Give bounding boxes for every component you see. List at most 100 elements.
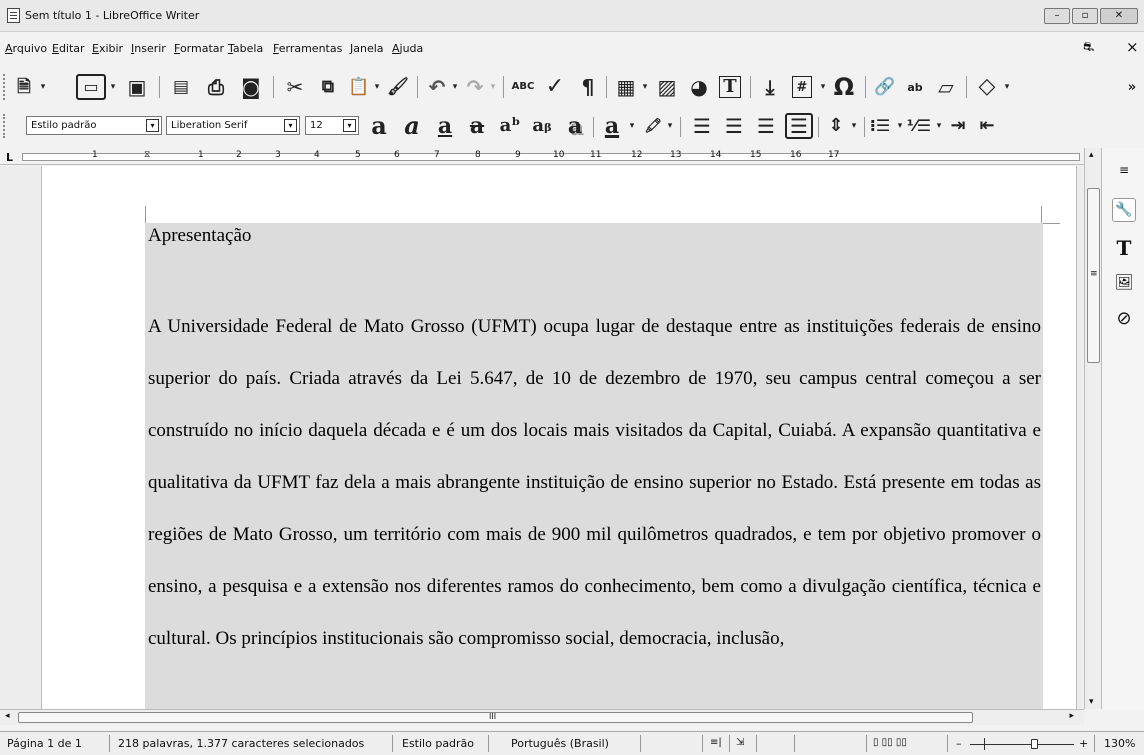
zoom-slider-handle[interactable] [1031,739,1038,749]
font-name-combo[interactable]: Liberation Serif ▾ [166,116,300,135]
print-icon[interactable]: ⎙ [203,74,229,100]
shadow-icon[interactable]: a [563,114,587,138]
basic-shapes-icon[interactable]: ◇ [974,74,1000,100]
properties-icon[interactable]: 🔧 [1112,198,1136,222]
page-style[interactable]: Estilo padrão [402,737,474,750]
horizontal-scroll-thumb[interactable]: III [18,712,973,723]
align-left-icon[interactable]: ☰ [690,114,714,138]
styles-icon[interactable]: T [1112,236,1136,260]
menu-tabela[interactable]: Tabela [228,42,263,55]
zoom-slider[interactable] [970,744,1074,745]
document-icon[interactable]: ⛐ [1083,40,1094,57]
document-body[interactable]: Apresentação A Universidade Federal de M… [148,226,1041,665]
bullets-icon[interactable]: ⁝☰ [868,114,892,138]
comment-icon[interactable]: ▱ [933,74,959,100]
menu-arquivo[interactable]: Arquivo [5,42,47,55]
insert-image-icon[interactable]: ▨ [654,74,680,100]
horizontal-ruler[interactable]: L 1 ⧖ 1 2 3 4 5 6 7 8 9 10 11 12 13 14 1… [0,148,1084,165]
menu-ajuda[interactable]: Ajuda [392,42,423,55]
menu-janela[interactable]: Janela [350,42,384,55]
close-document-icon[interactable]: × [1126,38,1139,56]
document-area[interactable]: Apresentação A Universidade Federal de M… [0,166,1083,709]
redo-dropdown-icon[interactable]: ▾ [488,74,498,100]
font-color-icon[interactable]: a [600,114,624,138]
document-heading[interactable]: Apresentação [148,226,1041,246]
insert-mode-icon[interactable]: ≡| [710,737,722,748]
clone-formatting-icon[interactable]: 🖌 [385,74,411,100]
spelling-icon[interactable]: ABC [510,74,536,100]
paste-dropdown-icon[interactable]: ▾ [372,74,382,100]
undo-icon[interactable]: ↶ [424,74,450,100]
highlight-icon[interactable]: 🖍 [641,114,665,138]
menu-exibir[interactable]: Exibir [92,42,123,55]
close-window-button[interactable]: ✕ [1100,8,1138,24]
insert-table-icon[interactable]: ▦ [613,74,639,100]
insert-textbox-icon[interactable]: T [719,76,741,98]
cut-icon[interactable]: ✂ [282,74,308,100]
menu-inserir[interactable]: Inserir [131,42,166,55]
align-center-icon[interactable]: ☰ [722,114,746,138]
more-options-icon[interactable]: » [1125,74,1139,100]
ruler-track[interactable] [22,153,1080,161]
sidebar-menu-icon[interactable]: ≡ [1112,158,1136,182]
table-dropdown-icon[interactable]: ▾ [640,74,650,100]
formatting-marks-icon[interactable]: ¶ [575,74,601,100]
underline-icon[interactable]: a [433,114,457,138]
zoom-out-icon[interactable]: – [956,737,962,750]
increase-indent-icon[interactable]: ⇥ [946,114,970,138]
italic-icon[interactable]: a [400,114,424,138]
font-color-dropdown-icon[interactable]: ▾ [627,114,637,138]
menu-formatar[interactable]: Formatar [174,42,224,55]
selection-mode-icon[interactable]: ⇲ [736,737,744,748]
shapes-dropdown-icon[interactable]: ▾ [1002,74,1012,100]
templates-dropdown-icon[interactable]: ▾ [108,74,118,100]
page-count[interactable]: Página 1 de 1 [7,737,82,750]
copy-icon[interactable]: ⧉ [315,74,341,100]
hyperlink-icon[interactable]: 🔗 [872,74,898,100]
font-size-combo[interactable]: 12 ▾ [305,116,359,135]
scroll-down-icon[interactable]: ▾ [1089,697,1094,707]
subscript-icon[interactable]: aᵦ [530,114,554,138]
menu-editar[interactable]: Editar [52,42,85,55]
highlight-dropdown-icon[interactable]: ▾ [665,114,675,138]
templates-icon[interactable]: ▭ [76,74,106,100]
insert-field-icon[interactable]: # [792,76,812,98]
strikethrough-icon[interactable]: a [465,114,489,138]
chevron-down-icon[interactable]: ▾ [343,119,356,132]
menu-ferramentas[interactable]: Ferramentas [273,42,342,55]
vertical-scrollbar[interactable]: ▴ ≡ ▾ [1084,148,1101,709]
chevron-down-icon[interactable]: ▾ [146,119,159,132]
field-dropdown-icon[interactable]: ▾ [818,74,828,100]
scroll-up-icon[interactable]: ▴ [1089,150,1094,160]
chevron-down-icon[interactable]: ▾ [284,119,297,132]
decrease-indent-icon[interactable]: ⇤ [975,114,999,138]
maximize-button[interactable]: ▫ [1072,8,1098,24]
vertical-scroll-thumb[interactable]: ≡ [1087,188,1100,363]
autocorrect-icon[interactable]: ✓ [542,74,568,100]
line-spacing-dropdown-icon[interactable]: ▾ [849,114,859,138]
bold-icon[interactable]: a [367,114,391,138]
layout-view-icons[interactable]: ▯ ▯▯ ▯▯ [873,737,907,748]
paste-icon[interactable]: 📋 [346,74,372,100]
print-preview-icon[interactable]: ◙ [238,74,264,100]
word-count[interactable]: 218 palavras, 1.377 caracteres seleciona… [118,737,364,750]
line-spacing-icon[interactable]: ⇕ [824,114,848,138]
numbering-icon[interactable]: ⅟☰ [907,114,931,138]
minimize-button[interactable]: – [1044,8,1070,24]
paragraph-style-combo[interactable]: Estilo padrão ▾ [26,116,162,135]
tab-stop-icon[interactable]: L [6,151,13,164]
document-paragraph[interactable]: A Universidade Federal de Mato Grosso (U… [148,301,1041,665]
special-character-icon[interactable]: Ω [831,74,857,100]
save-icon[interactable]: ▣ [124,74,150,100]
justify-icon[interactable]: ☰ [785,113,813,139]
scroll-left-icon[interactable]: ◂ [5,711,10,721]
undo-dropdown-icon[interactable]: ▾ [450,74,460,100]
redo-icon[interactable]: ↷ [462,74,488,100]
new-dropdown-icon[interactable]: ▾ [38,74,48,100]
language[interactable]: Português (Brasil) [511,737,609,750]
scroll-right-icon[interactable]: ▸ [1069,711,1074,721]
gallery-icon[interactable]: 🖼 [1112,270,1136,294]
superscript-icon[interactable]: aᵇ [498,114,522,138]
toolbar-grip[interactable] [3,114,7,138]
footnote-icon[interactable]: ab [902,74,928,100]
